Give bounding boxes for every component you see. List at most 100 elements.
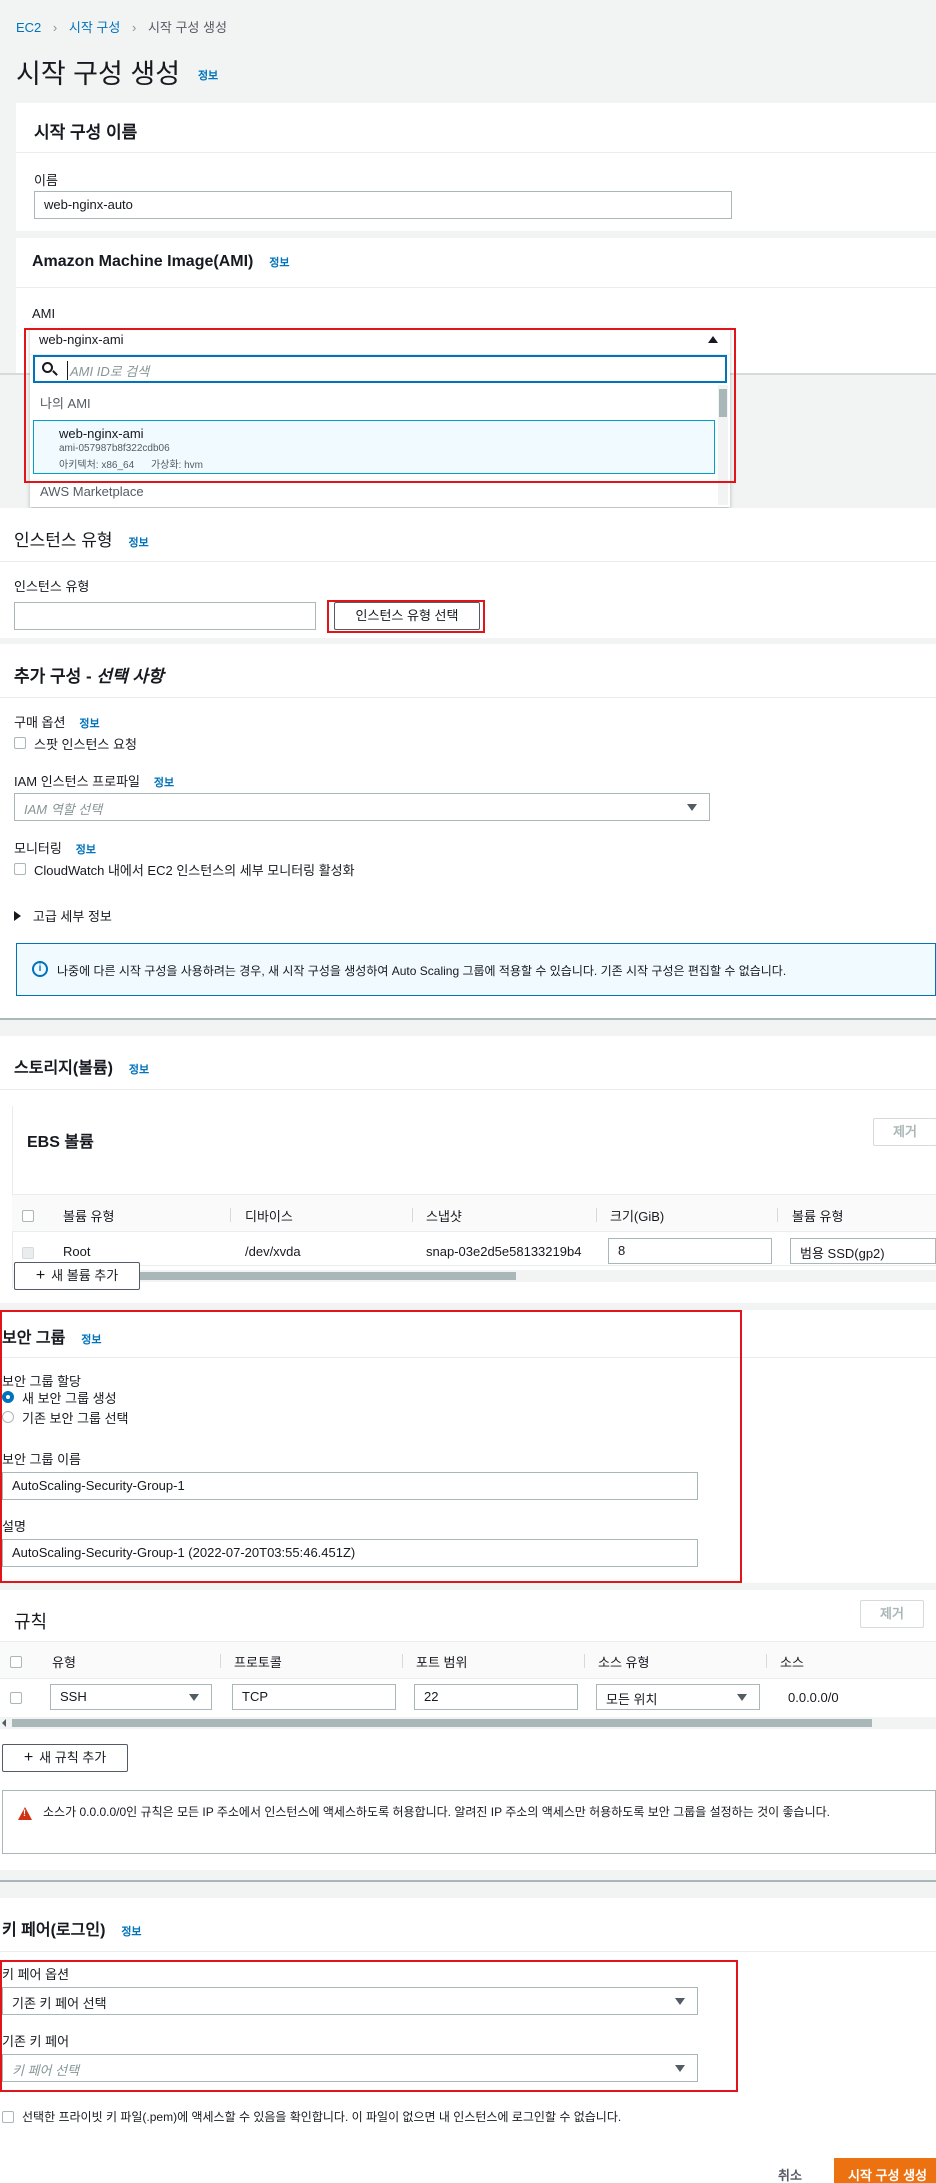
ebs-row-type: Root bbox=[63, 1244, 91, 1259]
rule-type-value: SSH bbox=[60, 1689, 87, 1704]
rule-type-select[interactable]: SSH bbox=[50, 1684, 212, 1710]
ebs-scrollbar[interactable] bbox=[12, 1270, 936, 1282]
purchase-label: 구매 옵션 bbox=[14, 715, 66, 730]
instance-type-input[interactable] bbox=[14, 602, 316, 630]
additional-panel-title: 추가 구성 - 선택 사항 bbox=[14, 662, 164, 687]
ebs-size-input[interactable]: 8 bbox=[608, 1238, 772, 1264]
info-link[interactable]: 정보 bbox=[198, 70, 218, 82]
ebs-col-size: 크기(GiB) bbox=[610, 1209, 665, 1224]
rules-select-all-checkbox[interactable] bbox=[10, 1656, 22, 1668]
page-title-row: 시작 구성 생성 정보 bbox=[16, 52, 218, 91]
info-link[interactable]: 정보 bbox=[79, 718, 99, 730]
instance-panel-title: 인스턴스 유형 bbox=[14, 531, 113, 550]
ebs-select-all-checkbox[interactable] bbox=[22, 1210, 34, 1222]
ebs-col-volume-type: 볼륨 유형 bbox=[792, 1209, 844, 1224]
highlight-instance-button bbox=[327, 600, 485, 633]
remove-volume-button[interactable]: 제거 bbox=[873, 1118, 936, 1146]
advanced-toggle[interactable]: 고급 세부 정보 bbox=[14, 906, 112, 925]
ami-panel-title: Amazon Machine Image(AMI) bbox=[32, 253, 254, 270]
chevron-right-icon: › bbox=[52, 20, 58, 35]
add-rule-label: 새 규칙 추가 bbox=[39, 1750, 107, 1765]
name-input[interactable]: web-nginx-auto bbox=[34, 191, 732, 219]
section-divider bbox=[0, 1018, 936, 1020]
add-rule-button[interactable]: + 새 규칙 추가 bbox=[2, 1744, 128, 1772]
advanced-label: 고급 세부 정보 bbox=[32, 909, 112, 924]
rules-panel: 규칙 제거 유형 프로토콜 포트 범위 소스 유형 소스 SSH TCP 22 … bbox=[0, 1590, 936, 1870]
breadcrumb-current: 시작 구성 생성 bbox=[147, 20, 227, 35]
highlight-keypair bbox=[0, 1960, 738, 2092]
iam-select[interactable]: IAM 역할 선택 bbox=[14, 793, 710, 821]
info-alert-text: 나중에 다른 시작 구성을 사용하려는 경우, 새 시작 구성을 생성하여 Au… bbox=[57, 964, 787, 978]
breadcrumb-ec2[interactable]: EC2 bbox=[16, 20, 41, 35]
plus-icon: + bbox=[23, 1749, 34, 1766]
ebs-row-checkbox bbox=[22, 1247, 34, 1259]
chevron-right-icon: › bbox=[131, 20, 137, 35]
spot-label: 스팟 인스턴스 요청 bbox=[34, 737, 137, 752]
section-divider bbox=[0, 1880, 936, 1882]
caret-down-icon bbox=[737, 1694, 747, 1701]
rules-panel-title: 규칙 bbox=[14, 1612, 48, 1632]
ebs-row-snapshot: snap-03e2d5e58133219b4 bbox=[426, 1244, 582, 1259]
ebs-col-snapshot: 스냅샷 bbox=[426, 1209, 462, 1224]
warning-text: 소스가 0.0.0.0/0인 규칙은 모든 IP 주소에서 인스턴스에 액세스하… bbox=[43, 1805, 830, 1819]
ebs-col-device: 디바이스 bbox=[245, 1209, 293, 1224]
rules-col-port: 포트 범위 bbox=[416, 1655, 468, 1670]
additional-title-optional: 선택 사항 bbox=[96, 667, 164, 686]
caret-down-icon bbox=[189, 1694, 199, 1701]
rules-col-protocol: 프로토콜 bbox=[234, 1655, 282, 1670]
warning-exclaim: ! bbox=[23, 1808, 26, 1818]
rules-row-checkbox[interactable] bbox=[10, 1692, 22, 1704]
rules-col-type: 유형 bbox=[52, 1655, 76, 1670]
add-volume-label: 새 볼륨 추가 bbox=[51, 1268, 119, 1283]
iam-placeholder: IAM 역할 선택 bbox=[24, 802, 103, 817]
rule-port-input[interactable]: 22 bbox=[414, 1684, 578, 1710]
caret-right-icon bbox=[14, 911, 21, 921]
warning-alert: ! 소스가 0.0.0.0/0인 규칙은 모든 IP 주소에서 인스턴스에 액세… bbox=[2, 1790, 936, 1854]
instance-type-label: 인스턴스 유형 bbox=[14, 579, 90, 594]
ebs-title: EBS 볼륨 bbox=[27, 1134, 94, 1151]
name-panel: 시작 구성 이름 이름 web-nginx-auto bbox=[16, 103, 936, 231]
monitoring-check-label: CloudWatch 내에서 EC2 인스턴스의 세부 모니터링 활성화 bbox=[34, 863, 355, 878]
name-label: 이름 bbox=[34, 173, 58, 188]
highlight-ami bbox=[24, 328, 736, 483]
iam-label: IAM 인스턴스 프로파일 bbox=[14, 774, 141, 789]
rule-protocol-field: TCP bbox=[232, 1684, 396, 1710]
ami-group-marketplace: AWS Marketplace bbox=[40, 484, 144, 499]
info-link[interactable]: 정보 bbox=[129, 1064, 149, 1076]
rules-col-source: 소스 bbox=[780, 1655, 804, 1670]
name-panel-title: 시작 구성 이름 bbox=[34, 123, 138, 142]
info-link[interactable]: 정보 bbox=[128, 537, 148, 549]
add-volume-button[interactable]: + 새 볼륨 추가 bbox=[14, 1262, 140, 1290]
cancel-button[interactable]: 취소 bbox=[778, 2165, 802, 2183]
info-link[interactable]: 정보 bbox=[269, 257, 289, 269]
rule-source-value: 0.0.0.0/0 bbox=[788, 1690, 839, 1705]
ebs-volume-type-select[interactable]: 범용 SSD(gp2) bbox=[790, 1238, 936, 1264]
caret-down-icon bbox=[687, 804, 697, 811]
create-button[interactable]: 시작 구성 생성 bbox=[834, 2158, 936, 2183]
remove-rule-button[interactable]: 제거 bbox=[860, 1600, 924, 1628]
info-circle-icon: i bbox=[32, 961, 48, 977]
ami-label: AMI bbox=[32, 306, 56, 321]
keypair-ack-checkbox[interactable] bbox=[2, 2111, 14, 2123]
breadcrumb: EC2 › 시작 구성 › 시작 구성 생성 bbox=[16, 17, 227, 36]
monitoring-checkbox[interactable] bbox=[14, 863, 26, 875]
info-link[interactable]: 정보 bbox=[121, 1926, 141, 1938]
monitoring-label: 모니터링 bbox=[14, 841, 62, 856]
info-alert: i 나중에 다른 시작 구성을 사용하려는 경우, 새 시작 구성을 생성하여 … bbox=[16, 943, 936, 996]
ebs-row-device: /dev/xvda bbox=[245, 1244, 301, 1259]
rule-source-type-value: 모든 위치 bbox=[606, 1692, 658, 1707]
rules-col-source-type: 소스 유형 bbox=[598, 1655, 650, 1670]
breadcrumb-launch-configs[interactable]: 시작 구성 bbox=[69, 20, 120, 35]
spot-checkbox[interactable] bbox=[14, 737, 26, 749]
info-link[interactable]: 정보 bbox=[76, 844, 96, 856]
info-link[interactable]: 정보 bbox=[154, 777, 174, 789]
additional-panel: 추가 구성 - 선택 사항 구매 옵션 정보 스팟 인스턴스 요청 IAM 인스… bbox=[0, 644, 936, 1018]
keypair-ack-label: 선택한 프라이빗 키 파일(.pem)에 액세스할 수 있음을 확인합니다. 이… bbox=[22, 2110, 622, 2124]
plus-icon: + bbox=[35, 1267, 46, 1284]
page-title: 시작 구성 생성 bbox=[16, 59, 181, 89]
highlight-security-group bbox=[0, 1310, 742, 1583]
rules-scrollbar[interactable] bbox=[0, 1717, 936, 1729]
additional-title-text: 추가 구성 - bbox=[14, 667, 97, 686]
ebs-col-type: 볼륨 유형 bbox=[63, 1209, 115, 1224]
rule-source-type-select[interactable]: 모든 위치 bbox=[596, 1684, 760, 1710]
